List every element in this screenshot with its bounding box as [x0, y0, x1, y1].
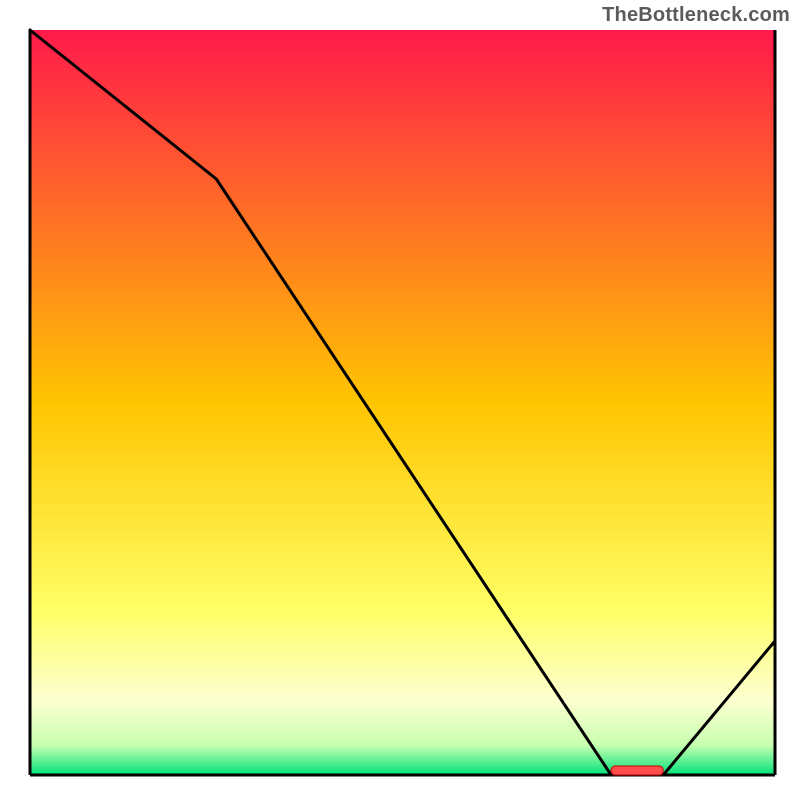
chart-stage: TheBottleneck.com [0, 0, 800, 800]
optimum-marker [611, 766, 663, 775]
plot-background [30, 30, 775, 775]
bottleneck-chart [0, 0, 800, 800]
